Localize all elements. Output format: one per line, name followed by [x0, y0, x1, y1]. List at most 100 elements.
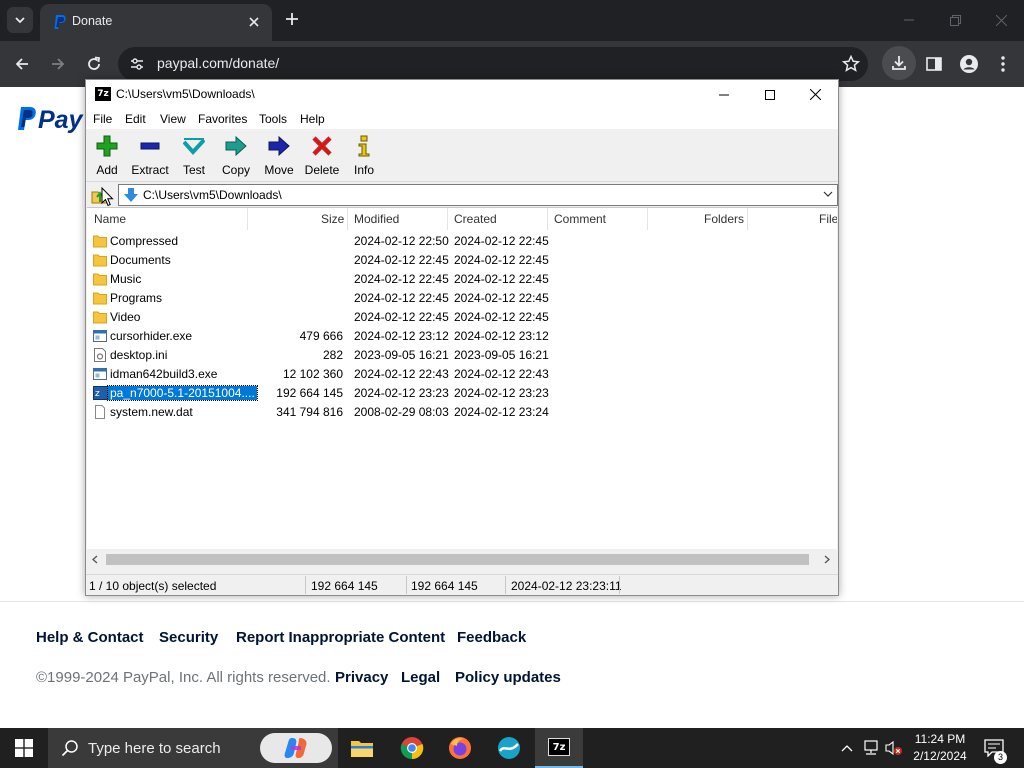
list-item[interactable]: cursorhider.exe 479 666 2024-02-12 23:12… [87, 327, 837, 346]
file-modified: 2024-02-12 22:45 [354, 253, 449, 267]
scrollbar-thumb[interactable] [106, 554, 809, 565]
security-link[interactable]: Security [159, 629, 218, 646]
taskbar-chrome[interactable] [388, 728, 436, 768]
file-created: 2024-02-12 22:45 [454, 272, 549, 286]
info-button[interactable]: Info [351, 134, 377, 180]
menu-file[interactable]: File [93, 112, 112, 126]
column-comment[interactable]: Comment [554, 208, 606, 230]
column-created[interactable]: Created [454, 208, 497, 230]
search-icon [61, 739, 79, 757]
delete-button[interactable]: Delete [304, 134, 340, 180]
clock-date[interactable]: 2/12/2024 [908, 749, 972, 763]
file-list-header: Name Size Modified Created Comment Folde… [87, 208, 837, 230]
tab-donate[interactable]: Donate [40, 4, 272, 41]
list-item-selected[interactable]: z pa_n7000-5.1-20151004.... 192 664 145 … [87, 384, 837, 403]
menu-view[interactable]: View [160, 112, 186, 126]
new-tab-button[interactable] [282, 9, 302, 29]
chevron-down-icon[interactable] [823, 189, 833, 199]
column-divider[interactable] [247, 208, 248, 230]
copilot-button[interactable] [260, 733, 332, 763]
report-content-link[interactable]: Report Inappropriate Content [236, 629, 445, 646]
7zip-maximize-button[interactable] [747, 80, 793, 109]
notification-count-badge: 3 [994, 751, 1007, 764]
star-icon [842, 55, 860, 72]
browser-minimize-button[interactable] [886, 8, 932, 32]
paypal-logo-text-1: Pay [38, 106, 83, 134]
taskbar-7zip[interactable]: 7z [535, 728, 583, 768]
chevron-up-icon [841, 745, 853, 752]
tab-close-button[interactable] [245, 13, 263, 31]
url-text[interactable]: paypal.com/donate/ [157, 55, 279, 71]
path-text[interactable]: C:\Users\vm5\Downloads\ [143, 188, 282, 202]
column-folders[interactable]: Folders [704, 208, 744, 230]
menu-help[interactable]: Help [300, 112, 325, 126]
policy-updates-link[interactable]: Policy updates [455, 669, 561, 686]
list-item[interactable]: idman642build3.exe 12 102 360 2024-02-12… [87, 365, 837, 384]
7zip-close-button[interactable] [792, 80, 838, 109]
tab-search-button[interactable] [7, 7, 33, 33]
test-button[interactable]: Test [179, 134, 209, 180]
menu-edit[interactable]: Edit [125, 112, 146, 126]
privacy-link[interactable]: Privacy [335, 669, 388, 686]
7zip-minimize-button[interactable] [701, 80, 747, 109]
file-list[interactable]: Name Size Modified Created Comment Folde… [87, 207, 837, 549]
scroll-right-icon[interactable] [823, 555, 831, 564]
column-divider[interactable] [747, 208, 748, 230]
browser-restore-button[interactable] [932, 8, 978, 32]
scroll-left-icon[interactable] [91, 555, 99, 564]
browser-tab-strip: Donate [0, 0, 1024, 41]
help-contact-link[interactable]: Help & Contact [36, 629, 144, 646]
packed-size: 192 664 145 [411, 579, 478, 593]
download-icon [892, 56, 906, 70]
start-button[interactable] [0, 728, 48, 768]
legal-link[interactable]: Legal [401, 669, 440, 686]
taskbar-firefox[interactable] [436, 728, 484, 768]
downloads-button[interactable] [882, 46, 916, 80]
clock-time[interactable]: 11:24 PM [913, 732, 967, 746]
column-divider[interactable] [347, 208, 348, 230]
list-item[interactable]: system.new.dat 341 794 816 2008-02-29 08… [87, 403, 837, 422]
forward-button[interactable] [44, 50, 72, 78]
column-size[interactable]: Size [321, 208, 344, 230]
file-modified: 2024-02-12 22:50 [354, 234, 449, 248]
column-divider[interactable] [447, 208, 448, 230]
list-item[interactable]: Compressed 2024-02-12 22:50 2024-02-12 2… [87, 232, 837, 251]
paypal-logo[interactable]: Pay [16, 106, 82, 135]
feedback-link[interactable]: Feedback [457, 629, 526, 646]
7zip-title-bar[interactable]: 7z C:\Users\vm5\Downloads\ [86, 80, 838, 109]
taskbar-file-explorer[interactable] [338, 728, 386, 768]
back-button[interactable] [8, 50, 36, 78]
path-combobox[interactable]: C:\Users\vm5\Downloads\ [118, 184, 838, 206]
side-panel-button[interactable] [920, 50, 948, 78]
list-item[interactable]: Music 2024-02-12 22:45 2024-02-12 22:45 [87, 270, 837, 289]
bookmark-button[interactable] [837, 50, 865, 78]
horizontal-scrollbar[interactable] [87, 551, 837, 568]
column-divider[interactable] [647, 208, 648, 230]
volume-button[interactable] [885, 739, 903, 757]
copy-button[interactable]: Copy [220, 134, 252, 180]
show-hidden-icons-button[interactable] [838, 739, 856, 757]
add-button[interactable]: Add [92, 134, 122, 180]
list-item[interactable]: Documents 2024-02-12 22:45 2024-02-12 22… [87, 251, 837, 270]
profile-button[interactable] [955, 50, 983, 78]
chrome-menu-button[interactable] [989, 50, 1017, 78]
column-divider[interactable] [547, 208, 548, 230]
list-item[interactable]: desktop.ini 282 2023-09-05 16:21 2023-09… [87, 346, 837, 365]
menu-favorites[interactable]: Favorites [198, 112, 247, 126]
move-button[interactable]: Move [263, 134, 295, 180]
column-modified[interactable]: Modified [354, 208, 399, 230]
menu-tools[interactable]: Tools [259, 112, 287, 126]
network-button[interactable] [862, 739, 880, 757]
address-bar[interactable]: paypal.com/donate/ [118, 47, 868, 81]
extract-button[interactable]: Extract [130, 134, 170, 180]
taskbar-app-wave[interactable] [485, 728, 533, 768]
info-icon [352, 134, 376, 158]
column-files[interactable]: File [819, 208, 837, 230]
browser-close-button[interactable] [978, 8, 1024, 32]
column-name[interactable]: Name [94, 208, 126, 230]
search-placeholder[interactable]: Type here to search [88, 740, 221, 757]
reload-button[interactable] [80, 50, 108, 78]
site-info-icon[interactable] [128, 55, 146, 73]
list-item[interactable]: Video 2024-02-12 22:45 2024-02-12 22:45 [87, 308, 837, 327]
list-item[interactable]: Programs 2024-02-12 22:45 2024-02-12 22:… [87, 289, 837, 308]
